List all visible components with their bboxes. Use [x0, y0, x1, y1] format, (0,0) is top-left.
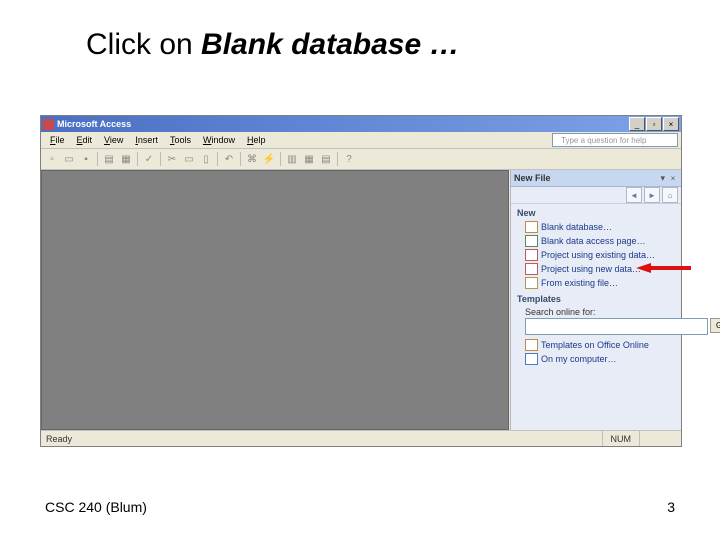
template-search-input[interactable] — [525, 318, 708, 335]
item-project-existing-label: Project using existing data… — [541, 250, 655, 260]
menubar: File Edit View Insert Tools Window Help … — [41, 132, 681, 149]
nav-home-icon[interactable]: ⌂ — [662, 187, 678, 203]
mdi-canvas — [41, 170, 509, 430]
access-app-icon — [43, 119, 54, 130]
menu-insert[interactable]: Insert — [129, 134, 164, 146]
access-window: Microsoft Access _ ▫ × File Edit View In… — [40, 115, 682, 447]
project-icon — [525, 249, 538, 261]
page-icon — [525, 235, 538, 247]
help-icon[interactable]: ? — [341, 151, 357, 167]
analyze-icon[interactable]: ⚡ — [261, 151, 277, 167]
search-online-label: Search online for: — [511, 306, 681, 317]
save-icon[interactable]: ▪ — [78, 151, 94, 167]
item-project-new-label: Project using new data… — [541, 264, 641, 274]
menu-edit[interactable]: Edit — [71, 134, 99, 146]
taskpane-dropdown-icon[interactable]: ▾ — [657, 173, 668, 184]
nav-forward-icon[interactable]: ► — [644, 187, 660, 203]
item-templates-online[interactable]: Templates on Office Online — [511, 338, 681, 352]
item-from-existing[interactable]: From existing file… — [511, 276, 681, 290]
code-icon[interactable]: ▥ — [284, 151, 300, 167]
status-ready: Ready — [46, 434, 602, 444]
item-blank-database-label: Blank database… — [541, 222, 612, 232]
minimize-button[interactable]: _ — [629, 117, 645, 131]
status-empty-cell — [639, 431, 676, 446]
toolbar: ▫ ▭ ▪ ▤ ▦ ✓ ✂ ▭ ▯ ↶ ⌘ ⚡ ▥ ▦ ▤ ? — [41, 149, 681, 170]
item-blank-page-label: Blank data access page… — [541, 236, 646, 246]
slide-title: Click on Blank database … — [0, 0, 720, 62]
close-button[interactable]: × — [663, 117, 679, 131]
preview-icon[interactable]: ▦ — [118, 151, 134, 167]
computer-icon — [525, 353, 538, 365]
titlebar: Microsoft Access _ ▫ × — [41, 116, 681, 132]
menu-view[interactable]: View — [98, 134, 129, 146]
taskpane-nav: ◄ ► ⌂ — [511, 187, 681, 204]
copy-icon[interactable]: ▭ — [181, 151, 197, 167]
properties-icon[interactable]: ▤ — [318, 151, 334, 167]
statusbar: Ready NUM — [41, 430, 681, 446]
new-icon[interactable]: ▫ — [44, 151, 60, 167]
help-search-placeholder: Type a question for help — [555, 135, 652, 146]
project-new-icon — [525, 263, 538, 275]
item-from-existing-label: From existing file… — [541, 278, 618, 288]
workspace: New File ▾ × ◄ ► ⌂ New Blank database… B… — [41, 170, 681, 430]
task-pane: New File ▾ × ◄ ► ⌂ New Blank database… B… — [510, 170, 681, 430]
footer-left: CSC 240 (Blum) — [45, 499, 147, 515]
taskpane-title: New File — [514, 173, 657, 183]
undo-icon[interactable]: ↶ — [221, 151, 237, 167]
menu-window[interactable]: Window — [197, 134, 241, 146]
window-title: Microsoft Access — [57, 119, 629, 129]
template-online-icon — [525, 339, 538, 351]
taskpane-header: New File ▾ × — [511, 170, 681, 187]
go-button[interactable]: Go — [710, 318, 720, 333]
menu-help[interactable]: Help — [241, 134, 272, 146]
section-templates-title: Templates — [511, 290, 681, 306]
item-project-existing[interactable]: Project using existing data… — [511, 248, 681, 262]
relationships-icon[interactable]: ▦ — [301, 151, 317, 167]
item-blank-database[interactable]: Blank database… — [511, 220, 681, 234]
item-on-my-computer[interactable]: On my computer… — [511, 352, 681, 366]
menu-tools[interactable]: Tools — [164, 134, 197, 146]
section-new-title: New — [511, 204, 681, 220]
file-icon — [525, 277, 538, 289]
slide-footer: CSC 240 (Blum) 3 — [45, 499, 675, 515]
spell-icon[interactable]: ✓ — [141, 151, 157, 167]
item-templates-online-label: Templates on Office Online — [541, 340, 649, 350]
item-on-my-computer-label: On my computer… — [541, 354, 617, 364]
maximize-button[interactable]: ▫ — [646, 117, 662, 131]
paste-icon[interactable]: ▯ — [198, 151, 214, 167]
open-icon[interactable]: ▭ — [61, 151, 77, 167]
taskpane-close-icon[interactable]: × — [668, 173, 678, 183]
footer-right: 3 — [667, 499, 675, 515]
status-num: NUM — [602, 431, 640, 446]
database-icon — [525, 221, 538, 233]
nav-back-icon[interactable]: ◄ — [626, 187, 642, 203]
slide-title-prefix: Click on — [86, 28, 201, 61]
cut-icon[interactable]: ✂ — [164, 151, 180, 167]
print-icon[interactable]: ▤ — [101, 151, 117, 167]
menu-file[interactable]: File — [44, 134, 71, 146]
help-search-input[interactable]: Type a question for help — [552, 133, 678, 147]
item-blank-page[interactable]: Blank data access page… — [511, 234, 681, 248]
red-arrow-annotation — [636, 263, 691, 273]
link-icon[interactable]: ⌘ — [244, 151, 260, 167]
slide-title-bold: Blank database … — [201, 28, 459, 61]
